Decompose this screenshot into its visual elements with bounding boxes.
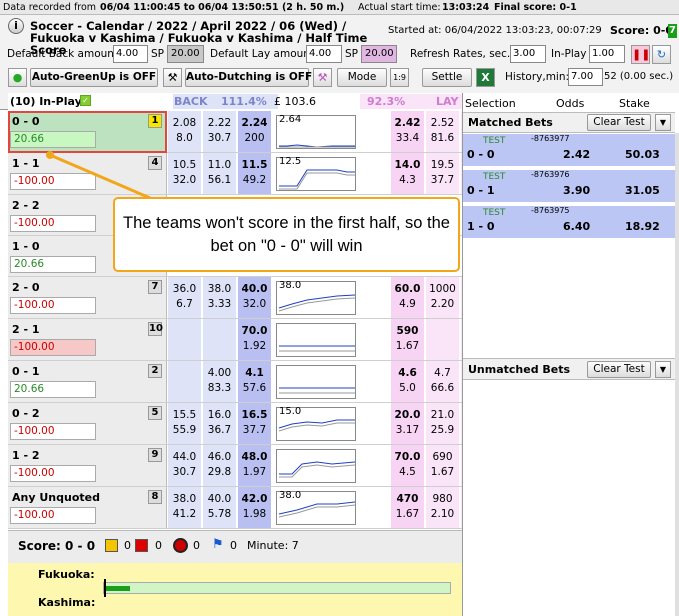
bet-id: -8763975 (531, 206, 570, 215)
bet-id: -8763976 (531, 170, 570, 179)
match-minute: Minute: 7 (247, 539, 299, 552)
bet-odds: 3.90 (563, 184, 591, 197)
flag-icon: ⚑ (212, 537, 224, 552)
bet-odds: 2.42 (563, 148, 591, 161)
matched-bets-header: Matched Bets Clear Test ▼ (463, 112, 675, 133)
unmatched-bets-title: Unmatched Bets (468, 363, 571, 376)
bet-id: -8763977 (531, 134, 570, 143)
matched-bet-row[interactable]: TEST -8763975 1 - 0 6.40 18.92 (463, 206, 675, 240)
bet-tag: TEST (483, 172, 506, 182)
bet-selection: 1 - 0 (467, 220, 495, 233)
team2-label: Kashima: (38, 596, 96, 609)
team1-label: Fukuoka: (38, 568, 95, 581)
yellow-card-icon (105, 539, 118, 552)
red-card-icon (135, 539, 148, 552)
match-timeline (103, 579, 451, 597)
unmatched-bets-header: Unmatched Bets Clear Test ▼ (463, 358, 675, 380)
bets-panel: Selection Odds Stake Matched Bets Clear … (462, 93, 679, 616)
col-odds: Odds (556, 97, 585, 110)
red-card-count: 0 (155, 539, 162, 552)
matched-bets-title: Matched Bets (468, 116, 553, 129)
bet-selection: 0 - 1 (467, 184, 495, 197)
expand-icon-2[interactable]: ▼ (655, 361, 671, 378)
bet-selection: 0 - 0 (467, 148, 495, 161)
col-stake: Stake (619, 97, 650, 110)
matched-bet-row[interactable]: TEST -8763977 0 - 0 2.42 50.03 (463, 134, 675, 168)
flag-count: 0 (230, 539, 237, 552)
col-selection: Selection (465, 97, 516, 110)
bet-tag: TEST (483, 136, 506, 146)
ball-count: 0 (193, 539, 200, 552)
bet-stake: 31.05 (625, 184, 660, 197)
footer-score: Score: 0 - 0 (18, 539, 96, 553)
clear-test-unmatched-button[interactable]: Clear Test (587, 361, 651, 378)
team-panel: Fukuoka: Kashima: (8, 563, 462, 616)
matched-bet-row[interactable]: TEST -8763976 0 - 1 3.90 31.05 (463, 170, 675, 204)
yellow-card-count: 0 (124, 539, 131, 552)
bet-odds: 6.40 (563, 220, 591, 233)
bet-stake: 18.92 (625, 220, 660, 233)
expand-icon[interactable]: ▼ (655, 114, 671, 131)
clear-test-matched-button[interactable]: Clear Test (587, 114, 651, 131)
timeline-progress (106, 586, 130, 591)
match-footer: Score: 0 - 0 0 0 0 ⚑ 0 Minute: 7 (8, 530, 462, 563)
bet-stake: 50.03 (625, 148, 660, 161)
ball-icon (173, 538, 188, 553)
bet-tag: TEST (483, 208, 506, 218)
annotation-callout: The teams won't score in the first half,… (113, 197, 460, 272)
